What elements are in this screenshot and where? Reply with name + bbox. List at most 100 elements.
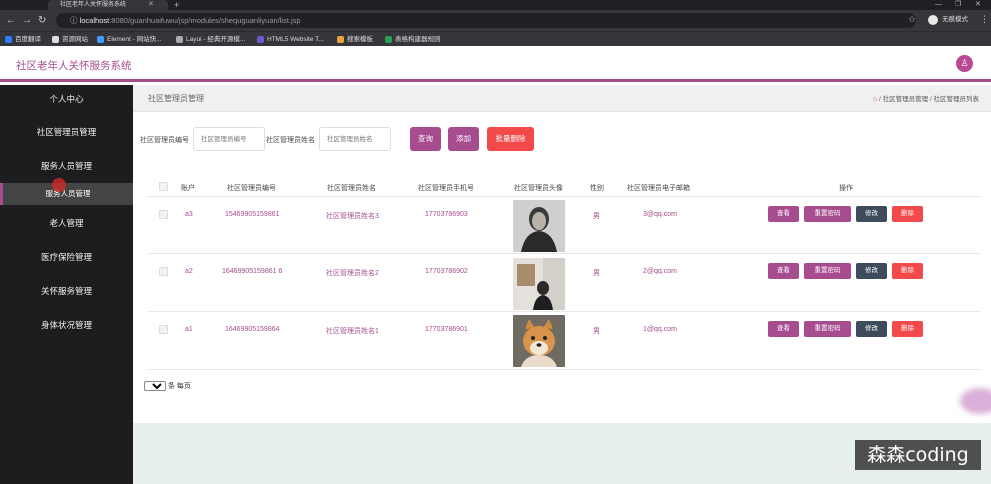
sidebar-item-personal-center[interactable]: 个人中心 xyxy=(0,85,133,113)
reload-icon[interactable]: ↻ xyxy=(38,14,46,27)
bookmark-icon xyxy=(5,36,12,43)
delete-button[interactable]: 删除 xyxy=(892,206,923,222)
address-bar[interactable]: ⓘ localhost:8080/guanhuaifuwu/jsp/module… xyxy=(56,13,916,28)
add-button[interactable]: 添加 xyxy=(448,127,479,151)
gender-cell: 男 xyxy=(593,328,600,335)
account-cell: a3 xyxy=(185,211,193,218)
bookmark-icon xyxy=(97,36,104,43)
back-icon[interactable]: ← xyxy=(6,14,16,27)
bookmark-item[interactable]: Element - 网站快... xyxy=(97,32,162,47)
sidebar-item-admin-management[interactable]: 社区管理员管理 xyxy=(0,118,133,146)
bookmark-label: 资源网站 xyxy=(62,36,88,43)
bookmark-item[interactable]: 搜索模板 xyxy=(337,32,373,47)
mouse-cursor-highlight xyxy=(52,178,66,192)
breadcrumb-bar: 社区管理员管理 ⌂ / 社区管理员管理 / 社区管理员列表 xyxy=(133,85,991,112)
name-cell: 社区管理员姓名1 xyxy=(326,328,379,335)
maximize-icon[interactable]: ❐ xyxy=(955,0,961,10)
window-close-icon[interactable]: ✕ xyxy=(975,0,981,10)
name-cell: 社区管理员姓名2 xyxy=(326,270,379,277)
view-button[interactable]: 查看 xyxy=(768,263,799,279)
reset-password-button[interactable]: 重置密码 xyxy=(804,206,851,222)
name-cell: 社区管理员姓名3 xyxy=(326,213,379,220)
id-search-label: 社区管理员编号 xyxy=(140,137,189,144)
batch-delete-button[interactable]: 批量删除 xyxy=(487,127,534,151)
account-cell: a2 xyxy=(185,268,193,275)
bookmark-label: 搜索模板 xyxy=(347,36,373,43)
page-title: 社区管理员管理 xyxy=(148,94,204,103)
browser-tab-strip: 社区老年人关怀服务系统 ✕ + — ❐ ✕ xyxy=(0,0,991,10)
close-tab-icon[interactable]: ✕ xyxy=(148,0,154,10)
name-search-label: 社区管理员姓名 xyxy=(266,137,315,144)
table-row: a3 15469905159861 社区管理员姓名3 17703786903 男… xyxy=(148,197,981,254)
minimize-icon[interactable]: — xyxy=(935,0,942,10)
tab-title: 社区老年人关怀服务系统 xyxy=(60,2,127,8)
bookmarks-bar: 百度翻译 资源网站 Element - 网站快... Layui - 经典开源模… xyxy=(0,31,991,46)
select-all-checkbox[interactable] xyxy=(159,182,168,191)
user-avatar-icon[interactable]: ♙ xyxy=(956,55,973,72)
edit-button[interactable]: 修改 xyxy=(856,263,887,279)
avatar-shiba-dog xyxy=(513,315,565,367)
phone-cell: 17703786903 xyxy=(425,211,468,218)
bookmark-icon xyxy=(385,36,392,43)
gender-cell: 男 xyxy=(593,270,600,277)
row-checkbox[interactable] xyxy=(159,325,168,334)
bookmark-icon xyxy=(176,36,183,43)
email-cell: 3@qq.com xyxy=(643,211,677,218)
sidebar: 个人中心 社区管理员管理 服务人员管理 服务人员管理 老人管理 医疗保险管理 关… xyxy=(0,85,133,484)
id-cell: 15469905159861 xyxy=(225,211,280,218)
column-header: 社区管理员编号 xyxy=(227,185,276,192)
bookmark-star-icon[interactable]: ☆ xyxy=(908,14,916,25)
email-cell: 1@qq.com xyxy=(643,326,677,333)
query-button[interactable]: 查询 xyxy=(410,127,441,151)
breadcrumb-item[interactable]: 社区管理员管理 xyxy=(883,96,929,103)
delete-button[interactable]: 删除 xyxy=(892,263,923,279)
bookmark-icon xyxy=(257,36,264,43)
sidebar-item-health-status[interactable]: 身体状况管理 xyxy=(0,311,133,339)
bookmark-label: HTML5 Website T... xyxy=(267,36,324,43)
bookmark-item[interactable]: 百度翻译 xyxy=(5,32,41,47)
new-tab-icon[interactable]: + xyxy=(174,0,179,10)
reset-password-button[interactable]: 重置密码 xyxy=(804,263,851,279)
avatar-man-portrait xyxy=(513,200,565,252)
name-search-input[interactable] xyxy=(319,127,391,151)
profile-label: 无痕模式 xyxy=(942,16,968,23)
url-host: localhost xyxy=(79,16,110,25)
sidebar-subitem-service-staff[interactable]: 服务人员管理 xyxy=(0,183,133,205)
id-cell: 16469905159864 xyxy=(225,326,280,333)
browser-menu-icon[interactable]: ⋮ xyxy=(980,14,989,25)
email-cell: 2@qq.com xyxy=(643,268,677,275)
bookmark-icon xyxy=(337,36,344,43)
edit-button[interactable]: 修改 xyxy=(856,206,887,222)
bookmark-label: 表格构建器规则 xyxy=(395,36,441,43)
bookmark-item[interactable]: HTML5 Website T... xyxy=(257,32,324,47)
phone-cell: 17703786902 xyxy=(425,268,468,275)
id-search-input[interactable] xyxy=(193,127,265,151)
delete-button[interactable]: 删除 xyxy=(892,321,923,337)
pagination: 10 条 每页 xyxy=(144,381,191,392)
edit-button[interactable]: 修改 xyxy=(856,321,887,337)
bookmark-item[interactable]: Layui - 经典开源模... xyxy=(176,32,245,47)
profile-button[interactable]: 无痕模式 xyxy=(928,14,968,26)
reset-password-button[interactable]: 重置密码 xyxy=(804,321,851,337)
page-size-select[interactable]: 10 xyxy=(144,381,166,391)
id-cell: 16469905159861 6 xyxy=(222,268,283,275)
forward-icon[interactable]: → xyxy=(22,14,32,27)
column-header: 社区管理员电子邮箱 xyxy=(627,185,690,192)
table-header-row: 账户 社区管理员编号 社区管理员姓名 社区管理员手机号 社区管理员头像 性别 社… xyxy=(148,177,981,197)
sidebar-item-medical-insurance[interactable]: 医疗保险管理 xyxy=(0,243,133,271)
bookmark-item[interactable]: 表格构建器规则 xyxy=(385,32,441,47)
bookmark-item[interactable]: 资源网站 xyxy=(52,32,88,47)
column-header: 账户 xyxy=(181,185,195,192)
row-checkbox[interactable] xyxy=(159,267,168,276)
sidebar-item-service-staff[interactable]: 服务人员管理 xyxy=(0,152,133,180)
home-icon[interactable]: ⌂ xyxy=(873,96,877,103)
bookmark-label: 百度翻译 xyxy=(15,36,41,43)
view-button[interactable]: 查看 xyxy=(768,321,799,337)
sidebar-item-care-service[interactable]: 关怀服务管理 xyxy=(0,277,133,305)
breadcrumb-item-current: 社区管理员列表 xyxy=(933,96,980,103)
sidebar-item-elderly[interactable]: 老人管理 xyxy=(0,209,133,237)
view-button[interactable]: 查看 xyxy=(768,206,799,222)
column-header: 社区管理员头像 xyxy=(514,185,563,192)
breadcrumb: ⌂ / 社区管理员管理 / 社区管理员列表 xyxy=(872,96,980,103)
row-checkbox[interactable] xyxy=(159,210,168,219)
